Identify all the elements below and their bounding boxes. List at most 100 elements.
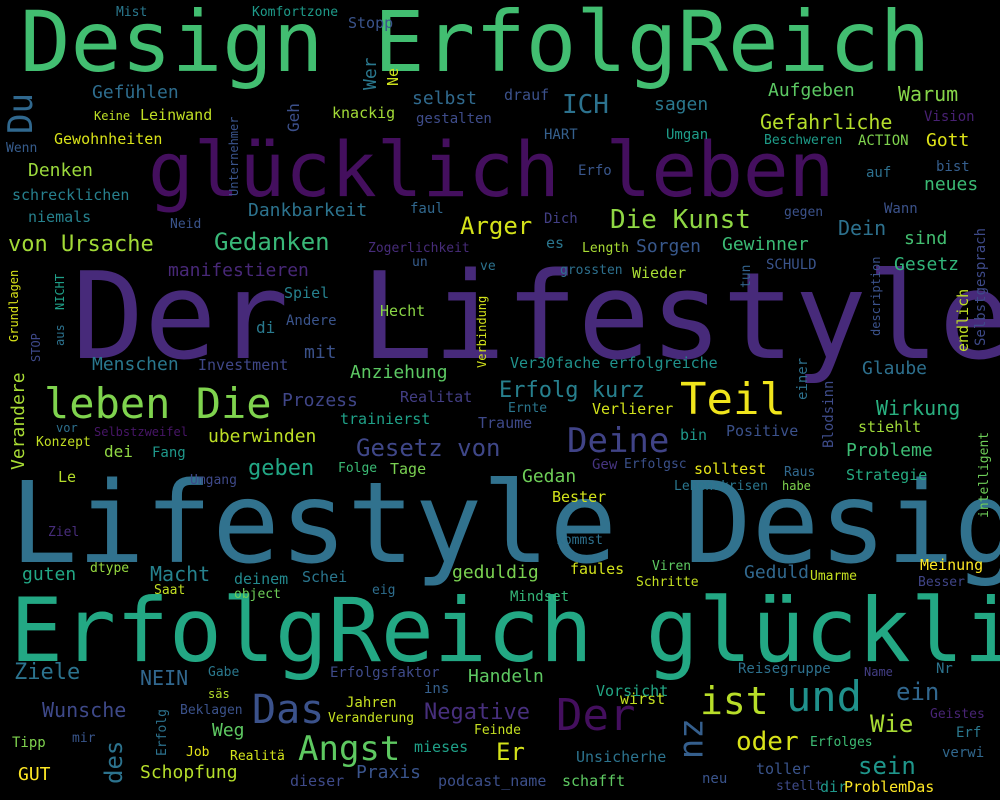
word: Denken [28,160,94,181]
word: Komfortzone [252,5,339,20]
word: guten [22,564,77,585]
word: Gabe [208,665,240,680]
word: Strategie [846,466,928,484]
word: Wie [870,710,914,738]
word: Umarme [810,569,857,584]
word: di [256,318,276,337]
word: Lebenskrisen [674,479,768,494]
word: drauf [504,86,550,104]
word: Ernte [508,401,548,416]
word: NICHT [53,273,67,310]
word: Mist [116,5,148,20]
word: Geduld [744,562,810,583]
word: Praxis [356,762,422,783]
word: Du [1,93,41,134]
word: tun [739,264,754,288]
word: object [234,587,281,602]
word: Wenn [6,141,38,156]
word: eig [372,583,396,598]
word: Er [496,738,525,766]
word: solltest [694,460,767,478]
word: Bester [552,488,607,506]
word: Erfolgsc [624,457,687,472]
word: GUT [18,764,51,785]
word: Viren [652,559,692,574]
word: Verandere [8,372,29,470]
word: niemals [28,208,92,226]
word: Das [252,687,325,733]
word: faules [570,560,625,578]
word: Mindset [510,589,570,605]
word: Menschen [92,354,179,375]
word: Saat [154,583,186,598]
word: mieses [414,738,469,756]
word: uberwinden [208,426,317,447]
word: sein [858,752,916,780]
word: trainierst [340,410,431,428]
word: kommst [556,533,603,548]
word: Folge [338,461,378,476]
word: Probleme [846,440,933,461]
word: zu [675,718,715,759]
word: ICH [562,90,609,120]
word: ins [424,681,450,697]
word: Glaube [862,358,928,379]
word: Geh [284,103,303,132]
word: Sorgen [636,236,702,257]
word: Vorsicht [596,682,669,700]
word: glücklich leben [148,125,835,214]
word: ErfolgReich glücklich [10,579,1000,682]
word: Gott [926,130,970,151]
word: ein [896,678,940,706]
word: es [546,234,565,252]
word: un [412,255,428,270]
word: grossten [560,263,623,278]
word: Erf [956,725,982,741]
word: Keine [94,109,131,123]
word: mit [304,342,337,363]
word: Konzept [36,435,91,450]
word: HART [544,127,578,143]
word: Vision [924,109,975,125]
word: von Ursache [8,232,154,257]
word: NEIN [140,666,189,690]
word: Grundlagen [7,269,21,342]
word: Handeln [468,666,544,687]
word: Fang [152,445,186,461]
word: ACTION [858,133,909,149]
word: Le [58,468,77,486]
word: Name [864,665,893,679]
word: Hecht [380,302,426,320]
word: Deine [567,421,670,461]
word: stellt [776,779,823,794]
word: dieser [290,772,345,790]
word: dtype [90,561,130,576]
word: Positive [726,422,799,440]
word: Length [582,241,629,256]
word: dei [104,442,133,461]
word: Unternehmer [227,116,241,196]
word: Schopfung [140,762,238,783]
word: Erfolgsfaktor [330,665,440,681]
word: neu [702,771,728,787]
word: Unsicherhe [576,748,667,766]
word: SCHULD [766,257,817,273]
word: Verlierer [592,400,674,418]
word: Ne [384,67,402,86]
word: Reisegruppe [738,661,831,677]
word: Selbstgesprach [973,227,989,346]
word: verwi [942,745,985,761]
word: endlich [954,288,972,352]
word: ProblemDas [844,778,935,796]
word: Gedan [522,466,577,487]
word: stiehlt [858,418,922,436]
word: geduldig [452,562,539,583]
word: und [786,672,862,721]
word: Wunsche [42,698,127,722]
word: mir [72,731,96,746]
word: neues [924,174,979,195]
word: Gedanken [214,228,330,256]
word: vor [56,421,78,435]
word: Raus [784,465,816,480]
word: Gewohnheiten [54,130,163,148]
